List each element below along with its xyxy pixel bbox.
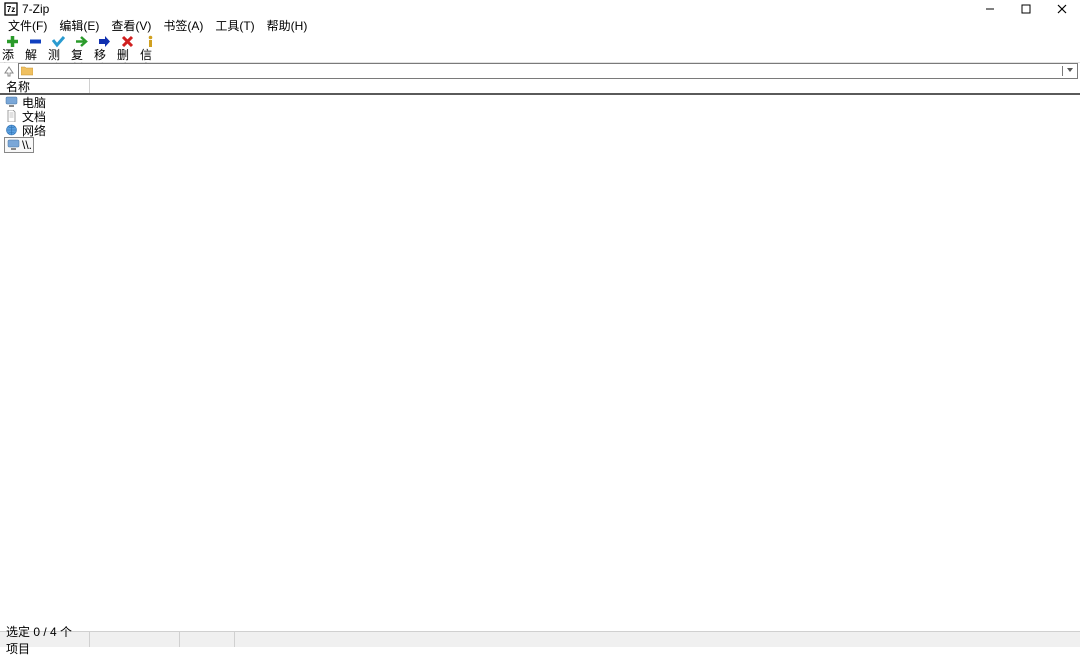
status-cell-2	[90, 632, 180, 647]
column-header-name[interactable]: 名称	[0, 79, 90, 93]
plus-icon	[5, 34, 19, 48]
status-cell-4	[235, 632, 1080, 647]
arrow-right-bold-icon	[97, 34, 111, 48]
document-icon	[4, 110, 18, 123]
path-icon	[6, 138, 20, 151]
menu-edit[interactable]: 编辑(E)	[53, 16, 105, 35]
computer-icon	[4, 96, 18, 109]
menu-file[interactable]: 文件(F)	[2, 16, 53, 35]
x-icon	[120, 34, 134, 48]
list-header: 名称	[0, 79, 1080, 95]
maximize-button[interactable]	[1008, 0, 1044, 17]
check-icon	[51, 34, 65, 48]
list-item[interactable]: 文档	[0, 109, 1080, 123]
list-item[interactable]: 网络	[0, 123, 1080, 137]
menu-view[interactable]: 查看(V)	[105, 16, 157, 35]
toolbar: 添加 解压 测试 复制 移动 删除	[0, 33, 1080, 63]
window-controls	[972, 0, 1080, 17]
file-list[interactable]: 电脑 文档 网络 \\.	[0, 95, 1080, 631]
status-cell-3	[180, 632, 235, 647]
app-icon: 7z	[4, 2, 18, 16]
up-button[interactable]	[2, 64, 16, 78]
arrow-right-icon	[74, 34, 88, 48]
svg-text:7z: 7z	[7, 5, 15, 14]
minimize-button[interactable]	[972, 0, 1008, 17]
folder-icon	[21, 65, 33, 77]
window-title: 7-Zip	[22, 2, 49, 16]
column-header-blank[interactable]	[90, 79, 1080, 93]
address-field[interactable]	[18, 63, 1078, 79]
item-label: \\.	[22, 138, 32, 152]
close-button[interactable]	[1044, 0, 1080, 17]
list-item[interactable]: 电脑	[0, 95, 1080, 109]
titlebar: 7z 7-Zip	[0, 0, 1080, 17]
list-item[interactable]: \\.	[0, 137, 1080, 152]
address-input[interactable]	[36, 64, 1059, 78]
minus-icon	[28, 34, 42, 48]
addressbar	[0, 63, 1080, 79]
network-icon	[4, 124, 18, 137]
info-icon	[143, 34, 157, 48]
status-selection: 选定 0 / 4 个项目	[0, 632, 90, 647]
menu-bookmarks[interactable]: 书签(A)	[157, 16, 209, 35]
menubar: 文件(F) 编辑(E) 查看(V) 书签(A) 工具(T) 帮助(H)	[0, 17, 1080, 33]
menu-tools[interactable]: 工具(T)	[209, 16, 260, 35]
statusbar: 选定 0 / 4 个项目	[0, 631, 1080, 647]
menu-help[interactable]: 帮助(H)	[261, 16, 314, 35]
address-dropdown-button[interactable]	[1062, 66, 1077, 76]
